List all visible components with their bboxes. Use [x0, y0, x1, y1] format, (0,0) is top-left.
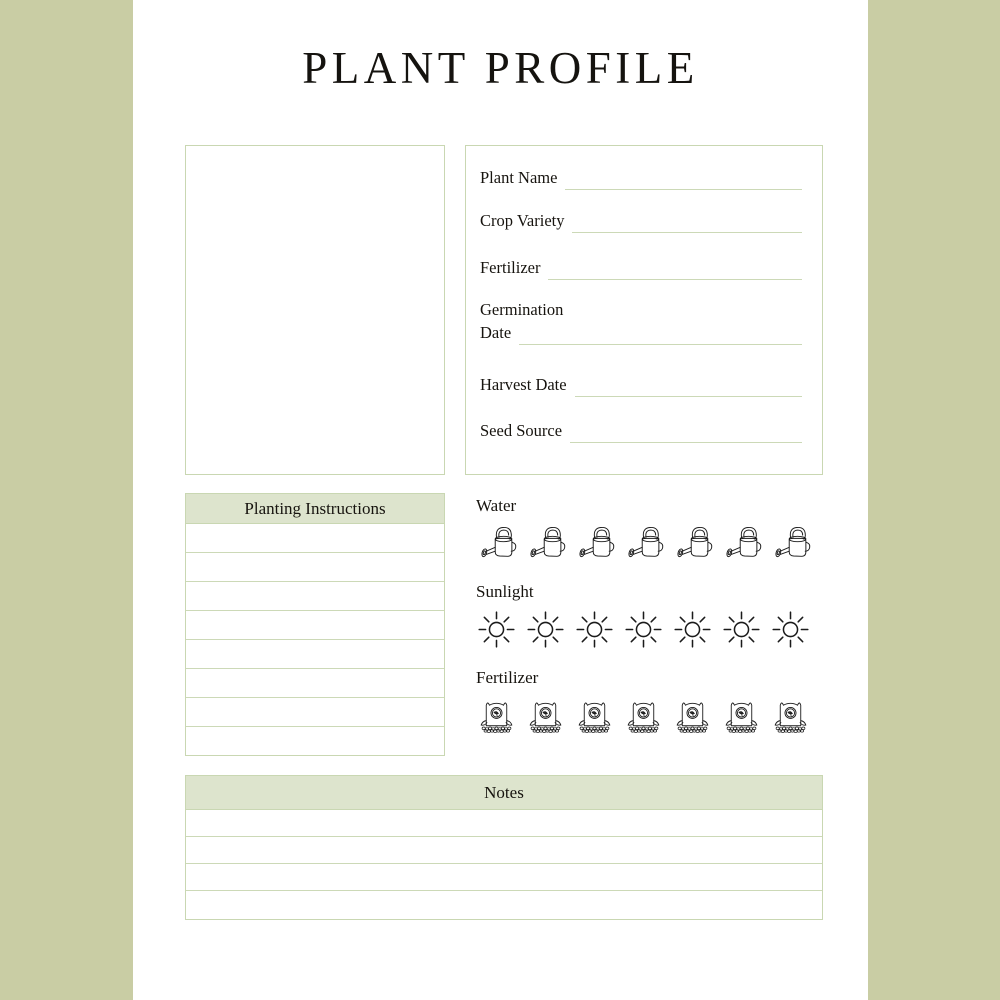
planting-instruction-row[interactable] [186, 582, 444, 611]
rating-icon-row-fertilizer [476, 695, 836, 736]
planting-instruction-row[interactable] [186, 524, 444, 553]
rating-group-water: Water [476, 495, 836, 564]
page-sheet: PLANT PROFILE Plant Name Crop Variety Fe… [133, 0, 868, 1000]
planting-instruction-row[interactable] [186, 669, 444, 698]
watering-can-icon[interactable] [476, 523, 517, 564]
fertilizer-bag-icon[interactable] [770, 695, 811, 736]
rating-icon-row-sunlight [476, 609, 836, 650]
rating-group-sunlight: Sunlight [476, 581, 836, 650]
sun-icon[interactable] [623, 609, 664, 650]
field-label-seed-source: Seed Source [480, 421, 563, 440]
sun-icon[interactable] [574, 609, 615, 650]
field-label-crop-variety: Crop Variety [480, 211, 565, 230]
notes-header: Notes [186, 776, 822, 810]
notes-row[interactable] [186, 864, 822, 891]
planting-instruction-row[interactable] [186, 698, 444, 727]
field-germination-date[interactable]: Germination Date [480, 298, 802, 345]
field-harvest-date[interactable]: Harvest Date [480, 373, 802, 397]
field-label-fertilizer: Fertilizer [480, 258, 541, 277]
notes-row[interactable] [186, 891, 822, 918]
planting-instructions-header: Planting Instructions [186, 494, 444, 524]
planting-instruction-row[interactable] [186, 611, 444, 640]
planting-instruction-row[interactable] [186, 553, 444, 582]
sun-icon[interactable] [721, 609, 762, 650]
planting-instructions-table: Planting Instructions [185, 493, 445, 756]
field-input-germination-date[interactable] [519, 325, 802, 345]
notes-row[interactable] [186, 810, 822, 837]
watering-can-icon[interactable] [623, 523, 664, 564]
field-label-plant-name: Plant Name [480, 168, 558, 187]
field-input-plant-name[interactable] [565, 170, 802, 190]
fertilizer-bag-icon[interactable] [721, 695, 762, 736]
field-input-crop-variety[interactable] [572, 213, 802, 233]
fertilizer-bag-icon[interactable] [672, 695, 713, 736]
watering-can-icon[interactable] [574, 523, 615, 564]
field-plant-name[interactable]: Plant Name [480, 166, 802, 190]
sun-icon[interactable] [672, 609, 713, 650]
watering-can-icon[interactable] [525, 523, 566, 564]
planting-instructions-rows [186, 524, 444, 756]
fertilizer-bag-icon[interactable] [525, 695, 566, 736]
watering-can-icon[interactable] [770, 523, 811, 564]
watering-can-icon[interactable] [721, 523, 762, 564]
page-title: PLANT PROFILE [302, 43, 699, 93]
field-input-fertilizer[interactable] [548, 260, 802, 280]
field-input-harvest-date[interactable] [574, 377, 802, 397]
field-fertilizer[interactable]: Fertilizer [480, 256, 802, 280]
watering-can-icon[interactable] [672, 523, 713, 564]
rating-group-fertilizer: Fertilizer [476, 667, 836, 736]
sun-icon[interactable] [770, 609, 811, 650]
rating-label-fertilizer: Fertilizer [476, 668, 539, 687]
planting-instruction-row[interactable] [186, 727, 444, 756]
fertilizer-bag-icon[interactable] [574, 695, 615, 736]
notes-table: Notes [185, 775, 823, 920]
fertilizer-bag-icon[interactable] [476, 695, 517, 736]
rating-icon-row-water [476, 523, 836, 564]
field-label-germination-line2: Date [480, 323, 512, 342]
notes-row[interactable] [186, 837, 822, 864]
plant-details-box: Plant Name Crop Variety Fertilizer Germi… [465, 145, 823, 475]
field-label-germination: Germination [480, 300, 564, 319]
field-crop-variety[interactable]: Crop Variety [480, 209, 802, 233]
field-input-seed-source[interactable] [570, 423, 802, 443]
rating-label-sunlight: Sunlight [476, 582, 534, 601]
field-seed-source[interactable]: Seed Source [480, 419, 802, 443]
rating-label-water: Water [476, 496, 517, 515]
plant-photo-placeholder[interactable] [185, 145, 445, 475]
care-ratings-panel: Water Sunlight Fertilizer [476, 495, 836, 753]
fertilizer-bag-icon[interactable] [623, 695, 664, 736]
field-label-harvest-date: Harvest Date [480, 375, 567, 394]
sun-icon[interactable] [476, 609, 517, 650]
sun-icon[interactable] [525, 609, 566, 650]
planting-instruction-row[interactable] [186, 640, 444, 669]
notes-rows [186, 810, 822, 918]
